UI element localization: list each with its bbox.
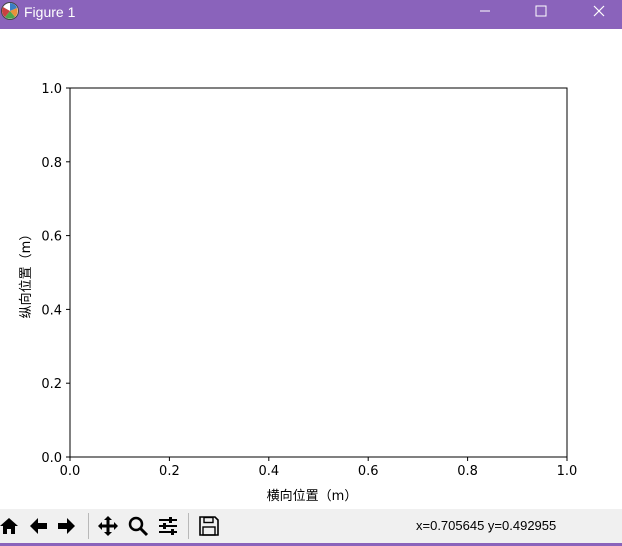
y-tick-label: 0.4 bbox=[41, 303, 62, 318]
minimize-icon bbox=[480, 10, 490, 12]
title-bar: Figure 1 bbox=[0, 0, 622, 29]
window-title: Figure 1 bbox=[24, 4, 76, 20]
x-axis-label: 横向位置（m） bbox=[267, 488, 358, 504]
save-button[interactable] bbox=[196, 513, 221, 539]
magnifier-icon bbox=[128, 516, 148, 537]
x-tick-label: 0.2 bbox=[159, 464, 180, 479]
forward-button[interactable] bbox=[54, 513, 79, 539]
close-button[interactable] bbox=[576, 0, 622, 22]
home-button[interactable] bbox=[0, 513, 21, 539]
plot-area: 0.0 0.2 0.4 0.6 0.8 1.0 0.0 0.2 0.4 0.6 0.8 1.0 横向… bbox=[18, 82, 578, 504]
move-icon bbox=[97, 516, 118, 536]
save-icon bbox=[198, 516, 219, 536]
figure-canvas[interactable]: 0.0 0.2 0.4 0.6 0.8 1.0 0.0 0.2 0.4 0.6 0.8 1.0 横向… bbox=[0, 29, 622, 509]
toolbar-separator bbox=[88, 513, 89, 539]
maximize-button[interactable] bbox=[518, 0, 564, 22]
navigation-toolbar: x=0.705645 y=0.492955 bbox=[0, 509, 622, 543]
x-tick-label: 0.8 bbox=[457, 464, 478, 479]
x-tick-label: 0.4 bbox=[258, 464, 279, 479]
zoom-button[interactable] bbox=[125, 513, 150, 539]
home-icon bbox=[0, 518, 18, 534]
back-button[interactable] bbox=[25, 513, 50, 539]
y-tick-label: 1.0 bbox=[41, 82, 62, 97]
toolbar-separator bbox=[188, 513, 189, 539]
y-axis-label: 纵向位置（m） bbox=[18, 228, 34, 319]
y-tick-label: 0.8 bbox=[41, 156, 62, 171]
matplotlib-icon bbox=[0, 1, 20, 21]
pan-button[interactable] bbox=[95, 513, 120, 539]
arrow-left-icon bbox=[29, 518, 47, 534]
configure-subplots-button[interactable] bbox=[155, 513, 180, 539]
maximize-icon bbox=[535, 5, 547, 17]
x-tick-label: 0.6 bbox=[358, 464, 379, 479]
y-tick-label: 0.6 bbox=[41, 230, 62, 245]
cursor-coordinates: x=0.705645 y=0.492955 bbox=[416, 518, 557, 533]
axes-frame bbox=[69, 87, 568, 458]
x-tick-label: 1.0 bbox=[557, 464, 578, 479]
close-icon bbox=[593, 5, 605, 17]
x-tick-label: 0.0 bbox=[60, 464, 81, 479]
y-tick-label: 0.2 bbox=[41, 377, 62, 392]
arrow-right-icon bbox=[57, 518, 75, 534]
minimize-button[interactable] bbox=[462, 0, 508, 22]
sliders-icon bbox=[158, 517, 177, 535]
y-tick-label: 0.0 bbox=[41, 451, 62, 466]
